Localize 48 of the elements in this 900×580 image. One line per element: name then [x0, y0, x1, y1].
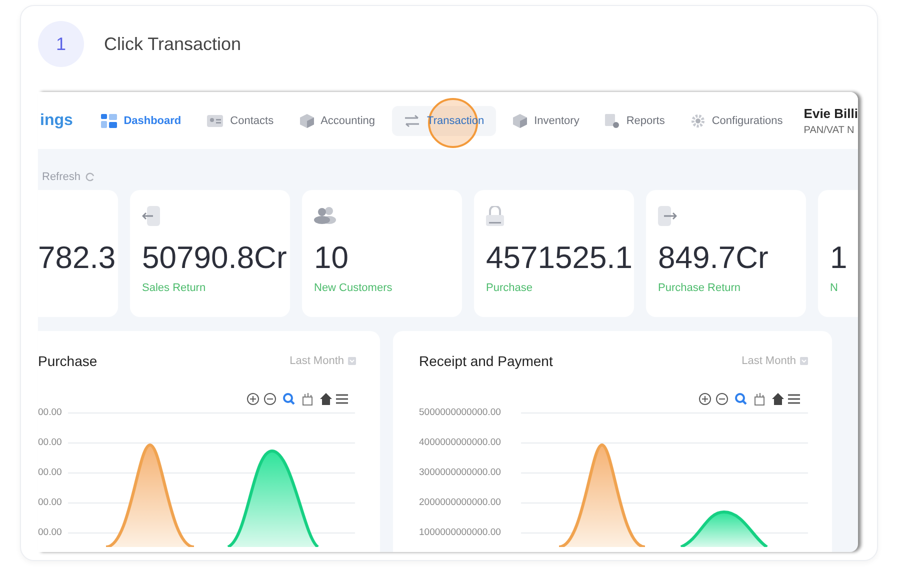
nav-tab[interactable]: Reports [596, 104, 674, 136]
arrow-in-icon [142, 206, 160, 226]
y-axis-label: 00.00 [38, 526, 63, 540]
arrow-out-icon [658, 206, 678, 226]
nav-tab[interactable]: Configurations [682, 104, 792, 136]
stat-value: 10 [314, 240, 348, 276]
chart-title: Receipt and Payment [419, 353, 553, 369]
y-axis-label: 3000000000000.00 [419, 466, 502, 480]
stat-value: 4571525.1 [486, 240, 633, 276]
gear-icon [690, 114, 705, 128]
stat-value: 1 [830, 240, 848, 276]
chart-title: Purchase [38, 353, 98, 369]
y-axis-label: 2000000000000.00 [419, 496, 502, 510]
nav-tab[interactable]: Inventory [504, 104, 588, 136]
stat-value: 849.7Cr [658, 240, 768, 276]
nav-tab[interactable]: Contacts [198, 106, 283, 136]
y-axis-label: 00.00 [38, 406, 63, 420]
cube-icon [300, 114, 314, 128]
nav-tab[interactable]: Dashboard [92, 104, 190, 136]
nav-tab[interactable]: Accounting [290, 104, 384, 136]
y-axis-label: 4000000000000.00 [419, 436, 502, 450]
lock-icon [486, 206, 504, 226]
y-axis-label: 1000000000000.00 [419, 526, 502, 540]
y-axis-label: 00.00 [38, 436, 63, 450]
step-number: 1 [38, 21, 84, 67]
stat-label: Sales Return [142, 282, 207, 294]
tiles-icon [100, 114, 117, 128]
logo-text: ings [39, 112, 74, 130]
swap-arrows-icon [404, 114, 420, 126]
dropdown-icon [348, 357, 356, 365]
stat-value: 782.3 [38, 240, 116, 276]
stat-label: N [830, 282, 839, 294]
stat-label: New Customers [314, 282, 394, 294]
contact-card-icon [207, 114, 224, 126]
refresh-icon [84, 172, 95, 182]
stat-label: Purchase [486, 282, 534, 294]
step-instruction: Click Transaction [104, 34, 242, 54]
y-axis-label: 5000000000000.00 [419, 406, 502, 420]
people-icon [314, 206, 336, 224]
y-axis-label: 00.00 [38, 496, 63, 510]
y-axis-label: 00.00 [38, 466, 63, 480]
stat-value: 50790.8Cr [142, 240, 287, 276]
report-icon [605, 114, 620, 128]
cube-icon [513, 114, 528, 128]
stat-label: Purchase Return [658, 282, 742, 294]
user-subtitle: PAN/VAT N [804, 124, 856, 136]
dropdown-icon [800, 357, 808, 365]
user-name: Evie Billi [804, 106, 858, 120]
